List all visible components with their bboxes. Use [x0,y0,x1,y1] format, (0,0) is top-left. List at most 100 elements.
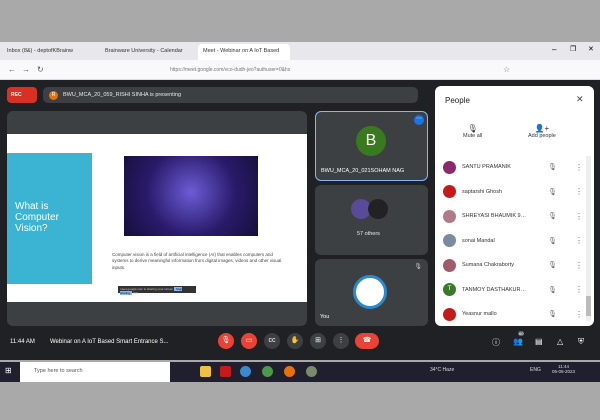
participant-avatar [443,307,456,321]
panel-title: People [445,96,470,105]
back-icon[interactable]: ← [8,65,16,74]
mute-all-label: Mute all [463,133,483,139]
slide-description: Computer vision is a field of artificial… [112,252,282,270]
system-clock[interactable]: 11:44 05-06-2023 [552,364,575,374]
url-input[interactable]: https://meet.google.com/vco-dudh-jeo?aut… [170,67,290,73]
browser-tab-bar: Inbox (8&) - deptofKBrainw Brainware Uni… [0,42,600,60]
participant-name: Sumana Chakraborty [462,262,514,268]
info-icon[interactable]: ⓘ [492,337,500,348]
forward-icon[interactable]: → [22,65,30,74]
more-options-icon[interactable]: ⋮ [575,163,583,172]
more-options-icon[interactable]: ⋮ [575,285,583,294]
clock: 11:44 AM [10,339,35,345]
meeting-title: Webinar on A IoT Based Smart Entrance S.… [50,339,169,345]
participant-name: saptarshi Ghosh [462,188,503,195]
language[interactable]: ENG [530,367,541,373]
raise-hand-button[interactable]: ✋ [287,333,303,349]
mic-off-icon: 🎙 [548,311,557,318]
participant-name: TANMOY DASTHAKUR S... [462,286,527,293]
participant-avatar: B [356,126,386,156]
bookmark-star-icon[interactable]: ☆ [503,65,510,74]
tab-calendar[interactable]: Brainware University - Calendar [100,44,195,60]
close-panel-icon[interactable]: ✕ [576,94,584,105]
add-person-icon: 👤+ [534,124,550,133]
participant-name: SHREYASI BHAUMIK 9ec... [462,213,527,219]
file-explorer-icon[interactable] [200,366,211,377]
close-window-icon[interactable]: ✕ [588,45,594,53]
more-options-icon[interactable]: ⋮ [575,187,583,196]
reload-icon[interactable]: ↻ [37,65,44,74]
participant-avatar [443,160,456,174]
participant-list-item[interactable]: saptarshi Ghosh 🎙 ⋮ [443,182,583,202]
tab-gmail[interactable]: Inbox (8&) - deptofKBrainw [2,44,97,60]
weather[interactable]: 34°C Haze [430,367,454,373]
mic-off-icon: 🎙 [467,124,478,133]
hide-button[interactable]: Hide [133,291,139,295]
leave-call-button[interactable]: ☎ [355,333,379,349]
self-tile: 🎙 You [315,259,428,326]
participant-name: Yeasnur mallo [462,311,497,317]
tab-meet[interactable]: Meet - Webinar on A IoT Based [198,44,290,60]
system-date: 05-06-2023 [552,369,576,374]
mic-off-icon: 🎙 [548,164,557,171]
taskbar-search-input[interactable]: Type here to search [20,362,170,382]
participant-avatar [443,234,456,247]
participant-tile[interactable]: B ⋯ BWU_MCA_20_021SOHAM NAG [315,111,428,181]
participant-avatar [443,209,456,223]
chrome-icon[interactable] [262,366,273,377]
slide-image [124,156,258,236]
address-bar: ← → ↻ https://meet.google.com/vco-dudh-j… [0,60,600,80]
recording-badge: REC [7,87,37,103]
mic-off-icon: 🎙 [548,237,557,245]
mic-toggle-button[interactable]: 🎙 [218,333,234,349]
mic-off-icon: 🎙 [548,286,557,294]
participant-avatar [443,185,456,198]
participant-list-item[interactable]: SANTU PRAMANIK 🎙 ⋮ [443,157,583,177]
mic-off-icon: 🎙 [548,213,557,220]
participant-name: BWU_MCA_20_021SOHAM NAG [321,168,405,174]
activities-icon[interactable]: △ [557,337,563,346]
participant-list-item[interactable]: Sumana Chakraborty 🎙 ⋮ [443,255,583,275]
restore-icon[interactable]: ❐ [570,45,576,53]
university-logo [353,275,387,309]
sharing-notice: meet.google.com is sharing your screen S… [118,286,196,295]
captions-button[interactable]: cc [264,333,280,349]
slide-title: What is Computer Vision? [7,153,92,284]
chat-icon[interactable]: ▤ [535,337,543,346]
scrollbar[interactable] [586,156,591,321]
windows-start-icon[interactable]: ⊞ [5,366,12,375]
chrome-icon[interactable] [240,366,251,377]
mic-off-icon: 🎙 [548,188,557,196]
participant-avatar [368,199,388,219]
camera-toggle-button[interactable]: ▭ [241,333,257,349]
minimize-icon[interactable]: – [552,45,556,54]
more-options-icon[interactable]: ⋯ [414,115,424,125]
presenter-avatar: R [49,90,58,100]
participant-list-item[interactable]: T TANMOY DASTHAKUR S... 🎙 ⋮ [443,280,583,300]
more-options-icon[interactable]: ⋮ [575,261,583,270]
more-options-icon[interactable]: ⋮ [575,310,583,319]
add-people-label: Add people [528,133,556,139]
participant-list-item[interactable]: sonai Mandal 🎙 ⋮ [443,231,583,251]
participant-avatar [443,258,456,272]
more-options-icon[interactable]: ⋮ [575,236,583,245]
app-icon[interactable] [306,366,317,377]
presenting-banner: R BWU_MCA_20_059_RISHI SINHA is presenti… [43,87,418,103]
participant-list-item[interactable]: Yeasnur mallo 🎙 ⋮ [443,304,583,324]
app-icon[interactable] [220,366,231,377]
others-tile[interactable]: 57 others [315,185,428,255]
firefox-icon[interactable] [284,366,295,377]
more-options-icon[interactable]: ⋮ [575,212,583,221]
people-icon[interactable]: 👥 [513,337,523,346]
more-options-button[interactable]: ⋮ [333,333,349,349]
mic-off-icon: 🎙 [414,264,422,270]
participant-list-item[interactable]: SHREYASI BHAUMIK 9ec... 🎙 ⋮ [443,206,583,226]
participant-name: sonai Mandal [462,237,495,244]
participant-name: SANTU PRAMANIK [462,164,511,170]
add-people-button[interactable]: 👤+ Add people [528,124,556,139]
host-controls-icon[interactable]: ⛨ [578,337,584,347]
others-count: 57 others [357,231,380,237]
mute-all-button[interactable]: 🎙 Mute all [463,124,482,139]
participant-avatar: T [443,283,456,296]
present-button[interactable]: ⊞ [310,333,326,349]
